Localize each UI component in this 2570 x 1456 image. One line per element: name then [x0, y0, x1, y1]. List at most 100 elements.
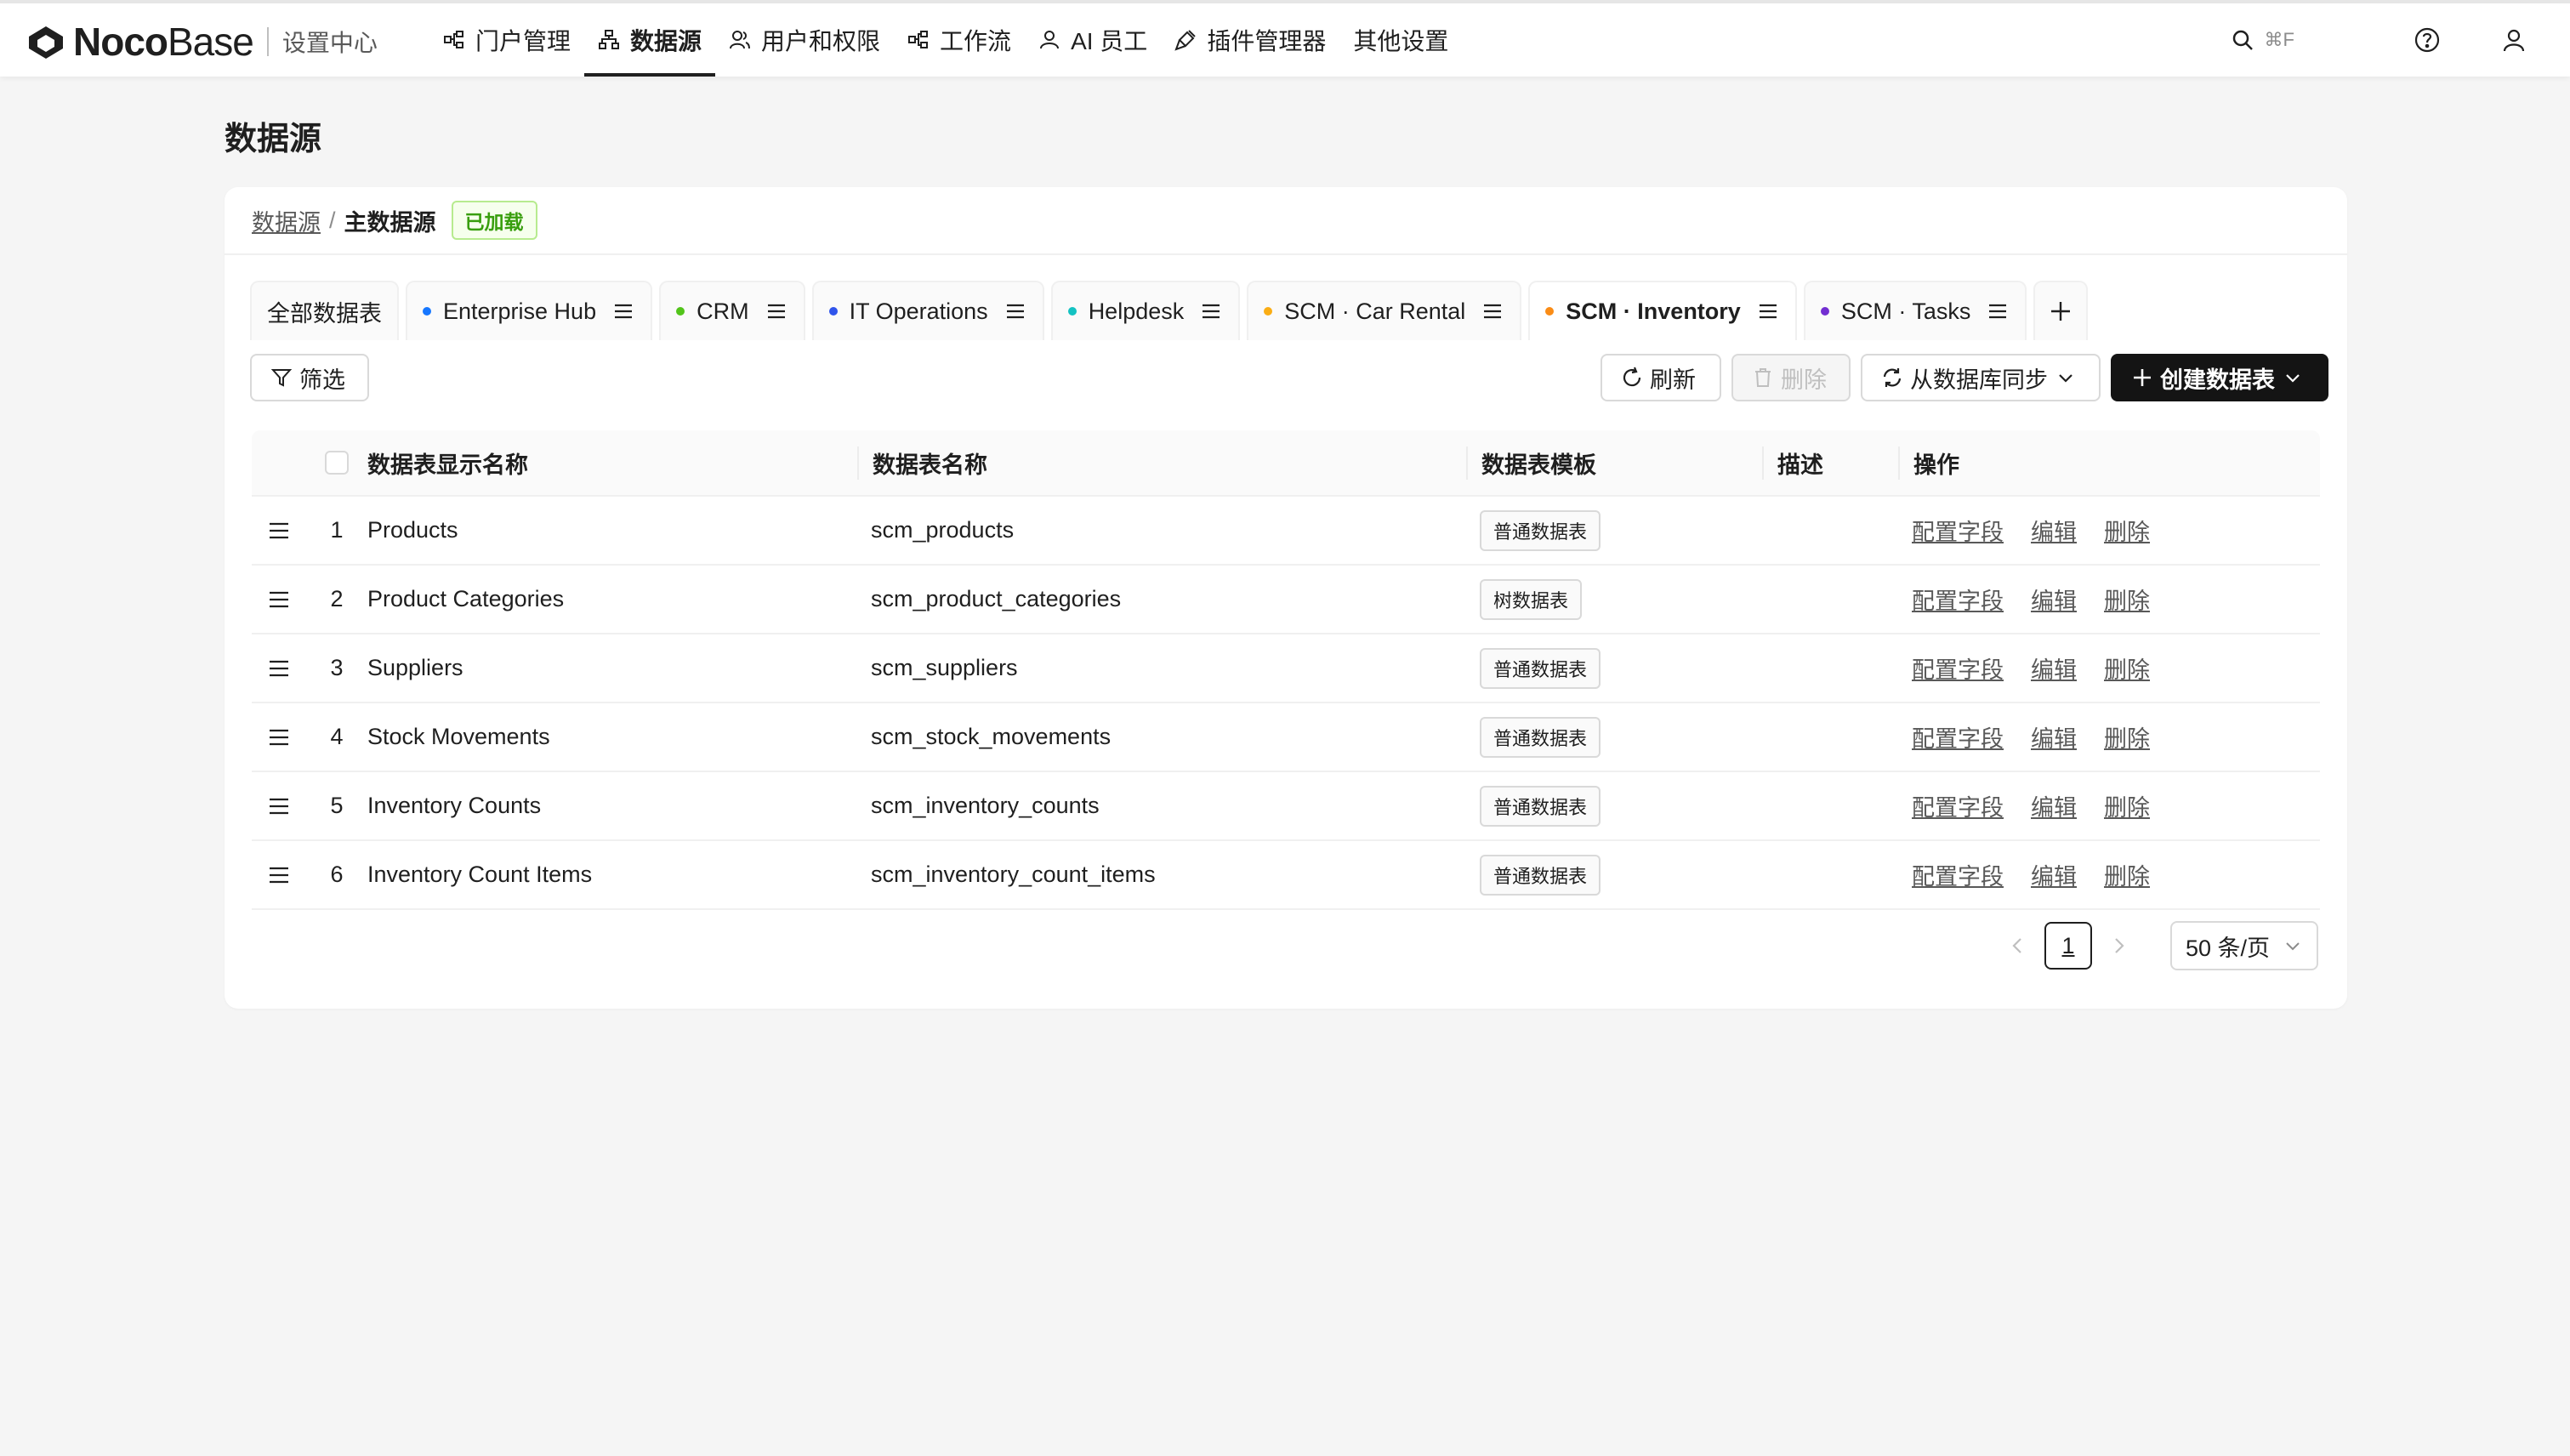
tab-menu-icon[interactable]: [765, 299, 788, 323]
drag-handle-icon[interactable]: [267, 725, 291, 749]
edit-link[interactable]: 编辑: [2031, 789, 2077, 822]
refresh-button[interactable]: 刷新: [1601, 354, 1721, 401]
configure-fields-link[interactable]: 配置字段: [1912, 720, 2004, 754]
user-avatar-icon[interactable]: [2500, 26, 2527, 54]
nav-item-workflow[interactable]: 工作流: [894, 3, 1025, 77]
collection-display-name: Stock Movements: [367, 724, 550, 749]
table-row: 2 Product Categories scm_product_categor…: [252, 566, 2320, 634]
tab-helpdesk[interactable]: Helpdesk: [1050, 281, 1241, 340]
drag-handle-icon[interactable]: [267, 588, 291, 611]
category-color-dot: [1067, 307, 1077, 316]
tab-menu-icon[interactable]: [611, 299, 635, 323]
drag-handle-icon[interactable]: [267, 519, 291, 543]
collection-category-tabs: 全部数据表 Enterprise Hub CRM IT Operations H…: [250, 281, 2095, 340]
tab-scm-inventory[interactable]: SCM · Inventory: [1528, 281, 1797, 340]
delete-link[interactable]: 删除: [2104, 789, 2150, 822]
breadcrumb-root-link[interactable]: 数据源: [252, 204, 321, 237]
datasource-card: 数据源 / 主数据源 已加载 全部数据表 Enterprise Hub CRM …: [225, 187, 2347, 1009]
nocobase-logo-icon: [29, 26, 63, 59]
sync-from-database-button[interactable]: 从数据库同步: [1861, 354, 2101, 401]
row-index: 5: [330, 793, 344, 818]
tab-scm-tasks[interactable]: SCM · Tasks: [1803, 281, 2027, 340]
delete-button[interactable]: 删除: [1731, 354, 1851, 401]
configure-fields-link[interactable]: 配置字段: [1912, 789, 2004, 822]
select-all-checkbox[interactable]: [325, 451, 349, 475]
chevron-down-icon: [2286, 374, 2300, 383]
plugin-icon: [1174, 30, 1197, 51]
users-icon: [730, 31, 751, 49]
nav-item-portal[interactable]: 门户管理: [429, 3, 584, 77]
datasource-icon: [599, 30, 620, 49]
tab-menu-icon[interactable]: [1986, 299, 2010, 323]
template-tag: 普通数据表: [1480, 854, 1601, 896]
category-color-dot: [676, 307, 685, 316]
collection-name: scm_suppliers: [871, 655, 1018, 680]
refresh-icon: [1623, 367, 1641, 387]
chevron-left-icon[interactable]: [2007, 935, 2029, 957]
tab-menu-icon[interactable]: [1481, 299, 1504, 323]
tab-crm[interactable]: CRM: [659, 281, 805, 340]
table-row: 5 Inventory Counts scm_inventory_counts …: [252, 772, 2320, 841]
template-tag: 普通数据表: [1480, 509, 1601, 551]
table-row: 6 Inventory Count Items scm_inventory_co…: [252, 841, 2320, 910]
category-color-dot: [1820, 307, 1829, 316]
create-collection-button[interactable]: 创建数据表: [2111, 354, 2328, 401]
tab-enterprise-hub[interactable]: Enterprise Hub: [406, 281, 653, 340]
tab-all-collections[interactable]: 全部数据表: [250, 281, 399, 340]
tab-menu-icon[interactable]: [1004, 299, 1027, 323]
nav-item-ai[interactable]: AI 员工: [1025, 3, 1161, 77]
tab-menu-icon[interactable]: [1199, 299, 1223, 323]
row-index: 6: [330, 862, 344, 887]
configure-fields-link[interactable]: 配置字段: [1912, 514, 2004, 547]
edit-link[interactable]: 编辑: [2031, 651, 2077, 685]
page-size-select[interactable]: 50 条/页: [2170, 921, 2318, 970]
drag-handle-icon[interactable]: [267, 657, 291, 680]
edit-link[interactable]: 编辑: [2031, 583, 2077, 616]
pagination: 1 50 条/页: [1992, 920, 2318, 971]
breadcrumb-current: 主数据源: [344, 209, 436, 236]
brand-subtitle: 设置中心: [281, 30, 378, 56]
delete-link[interactable]: 删除: [2104, 720, 2150, 754]
nav-item-users[interactable]: 用户和权限: [715, 3, 894, 77]
collection-display-name: Product Categories: [367, 586, 565, 611]
plus-icon: [2134, 369, 2151, 386]
help-icon[interactable]: [2414, 26, 2441, 54]
collection-name: scm_products: [871, 517, 1015, 543]
sync-icon: [1883, 368, 1902, 387]
nav-item-datasource[interactable]: 数据源: [584, 3, 716, 77]
nav-item-other-settings[interactable]: 其他设置: [1339, 3, 1462, 77]
trash-icon: [1755, 368, 1771, 387]
delete-link[interactable]: 删除: [2104, 651, 2150, 685]
nav-item-plugins[interactable]: 插件管理器: [1161, 3, 1339, 77]
table-row: 4 Stock Movements scm_stock_movements 普通…: [252, 703, 2320, 772]
delete-link[interactable]: 删除: [2104, 514, 2150, 547]
app-logo[interactable]: NocoBase 设置中心: [26, 19, 378, 65]
chevron-down-icon: [2286, 942, 2300, 951]
configure-fields-link[interactable]: 配置字段: [1912, 858, 2004, 891]
tab-scm-car-rental[interactable]: SCM · Car Rental: [1247, 281, 1522, 340]
filter-button[interactable]: 筛选: [250, 354, 369, 401]
delete-link[interactable]: 删除: [2104, 858, 2150, 891]
tab-it-operations[interactable]: IT Operations: [811, 281, 1044, 340]
main-nav: 门户管理 数据源 用户和权限 工作流 AI 员工 插件管理器 其他设置: [429, 3, 1462, 77]
add-category-button[interactable]: [2033, 281, 2089, 340]
edit-link[interactable]: 编辑: [2031, 514, 2077, 547]
edit-link[interactable]: 编辑: [2031, 858, 2077, 891]
row-index: 1: [330, 517, 344, 543]
tab-menu-icon[interactable]: [1756, 299, 1780, 323]
configure-fields-link[interactable]: 配置字段: [1912, 583, 2004, 616]
table-row: 1 Products scm_products 普通数据表 配置字段 编辑 删除: [252, 497, 2320, 566]
drag-handle-icon[interactable]: [267, 794, 291, 818]
collections-table: 数据表显示名称 数据表名称 数据表模板 描述 操作 1 Products scm…: [252, 430, 2320, 910]
delete-link[interactable]: 删除: [2104, 583, 2150, 616]
logo-divider: [266, 27, 269, 56]
edit-link[interactable]: 编辑: [2031, 720, 2077, 754]
filter-icon: [270, 369, 293, 387]
drag-handle-icon[interactable]: [267, 863, 291, 887]
chevron-right-icon[interactable]: [2107, 935, 2129, 957]
configure-fields-link[interactable]: 配置字段: [1912, 651, 2004, 685]
global-search[interactable]: ⌘F: [2231, 28, 2294, 52]
page-number-button[interactable]: 1: [2044, 922, 2092, 970]
page-title: 数据源: [225, 122, 322, 157]
category-color-dot: [1264, 307, 1273, 316]
